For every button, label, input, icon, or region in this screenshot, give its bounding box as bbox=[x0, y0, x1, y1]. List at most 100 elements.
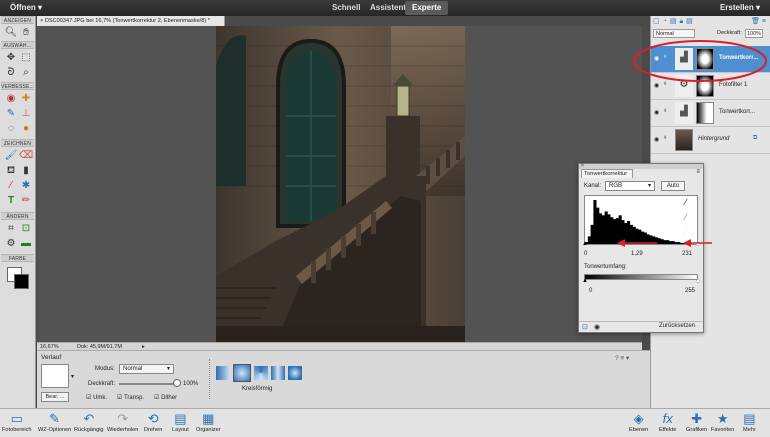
panel-menu-icon[interactable]: ≡ bbox=[696, 169, 700, 175]
eraser-icon[interactable]: ⌫ bbox=[19, 150, 33, 162]
close-icon[interactable]: × bbox=[40, 18, 43, 24]
recompose-icon[interactable]: ⊡ bbox=[19, 223, 33, 235]
edit-gradient-button[interactable]: Bear. ... bbox=[41, 392, 69, 402]
lock-icon[interactable]: ⧉ bbox=[753, 135, 757, 142]
crop-icon[interactable]: ⌗ bbox=[4, 223, 18, 235]
button-label: Wiederholen bbox=[107, 427, 139, 433]
photo-bin-button[interactable]: ▭ Fotobereich bbox=[2, 411, 32, 433]
sponge-icon[interactable]: ● bbox=[19, 123, 33, 135]
redo-button[interactable]: ↷ Wiederholen bbox=[107, 411, 138, 433]
radial-gradient-button[interactable] bbox=[233, 364, 251, 382]
marquee-icon[interactable]: ⬚ bbox=[19, 52, 33, 64]
pencil-icon[interactable]: ✏︎ bbox=[19, 195, 33, 207]
more-button[interactable]: ▤ Mehr bbox=[743, 411, 756, 433]
black-point-slider[interactable]: ▲ bbox=[582, 241, 588, 247]
button-label: Organizer bbox=[196, 427, 221, 433]
layer-toolbar-icons[interactable]: ▢◔▤🔒︎▤ bbox=[653, 17, 696, 26]
output-black-value[interactable]: 0 bbox=[589, 288, 592, 294]
favorites-button[interactable]: ★ Favoriten bbox=[711, 411, 734, 433]
checkbox-dither[interactable]: ☑ Dither bbox=[154, 394, 177, 401]
layer-name: Hintergrund bbox=[698, 136, 730, 142]
hand-icon[interactable]: ✋︎ bbox=[19, 27, 33, 39]
document-tab[interactable]: × DSC00347.JPG bei 16,7% (Tonwertkorrekt… bbox=[37, 16, 225, 26]
levels-tab[interactable]: Tonwertkorrektur bbox=[581, 169, 633, 178]
mode-select[interactable]: Normal ▾ bbox=[119, 364, 174, 374]
straighten-icon[interactable]: ▬ bbox=[19, 238, 33, 250]
eye-icon[interactable]: ◉ bbox=[594, 323, 600, 331]
diamond-gradient-button[interactable] bbox=[288, 366, 302, 380]
content-move-icon[interactable]: ⚙︎ bbox=[4, 238, 18, 250]
layout-button[interactable]: ▤ Layout bbox=[172, 411, 189, 433]
gradient-icon[interactable]: ▮ bbox=[19, 165, 33, 177]
opacity-slider-track[interactable] bbox=[119, 383, 177, 385]
blend-mode-value: Normal bbox=[656, 31, 674, 37]
input-white-value[interactable]: 231 bbox=[682, 251, 692, 257]
input-gamma-value[interactable]: 1,29 bbox=[631, 251, 643, 257]
blur-icon[interactable]: ◌ bbox=[4, 123, 18, 135]
link-icon[interactable]: ⁸ bbox=[664, 109, 667, 115]
create-menu[interactable]: Erstellen ▾ bbox=[720, 3, 760, 12]
foreground-color-swatch[interactable] bbox=[14, 274, 29, 289]
checkbox-transparency[interactable]: ☑ Transp. bbox=[117, 394, 144, 401]
black-eyedropper-icon[interactable]: ⁄ bbox=[685, 197, 687, 207]
reflected-gradient-button[interactable] bbox=[271, 366, 285, 380]
gradient-preview[interactable] bbox=[41, 364, 69, 388]
open-menu[interactable]: Öffnen ▾ bbox=[10, 3, 42, 12]
gray-eyedropper-icon[interactable]: ⁄ bbox=[685, 212, 687, 222]
layer-mask-thumbnail[interactable] bbox=[696, 102, 714, 124]
red-eye-icon[interactable]: ◉ bbox=[4, 93, 18, 105]
clip-to-layer-icon[interactable]: ⊡ bbox=[582, 323, 588, 331]
shape-icon[interactable]: ✱ bbox=[19, 180, 33, 192]
text-icon[interactable]: T bbox=[4, 195, 18, 207]
clone-stamp-icon[interactable]: ⊥ bbox=[19, 108, 33, 120]
spot-heal-icon[interactable]: ✚ bbox=[19, 93, 33, 105]
eye-icon[interactable]: ◉ bbox=[654, 109, 659, 116]
graphics-button[interactable]: ✚ Grafiken bbox=[686, 411, 707, 433]
organizer-button[interactable]: ▦ Organizer bbox=[196, 411, 221, 433]
auto-button[interactable]: Auto bbox=[661, 181, 685, 191]
opacity-slider-knob[interactable] bbox=[173, 379, 181, 387]
layers-button[interactable]: ◈ Ebenen bbox=[629, 411, 648, 433]
linear-gradient-button[interactable] bbox=[216, 366, 230, 380]
smart-brush-icon[interactable]: ✎ bbox=[4, 108, 18, 120]
photo-canvas[interactable] bbox=[216, 26, 465, 342]
link-icon[interactable]: ⁸ bbox=[664, 136, 667, 142]
tool-options-button[interactable]: ✎ WZ-Optionen bbox=[38, 411, 71, 433]
paint-bucket-icon[interactable]: ⛾ bbox=[4, 165, 18, 177]
chevron-down-icon: ▾ bbox=[647, 183, 651, 189]
mode-quick[interactable]: Schnell bbox=[325, 1, 367, 15]
reset-button[interactable]: Zurücksetzen bbox=[659, 323, 695, 329]
magic-select-icon[interactable]: ⌕ bbox=[19, 67, 33, 79]
input-black-value[interactable]: 0 bbox=[584, 251, 587, 257]
channel-select[interactable]: RGB ▾ bbox=[605, 181, 655, 191]
output-black-slider[interactable]: ▲ bbox=[582, 278, 588, 284]
button-label: WZ-Optionen bbox=[38, 427, 72, 433]
output-white-value[interactable]: 255 bbox=[685, 288, 695, 294]
rotate-button[interactable]: ⟲ Drehen bbox=[144, 411, 162, 433]
layer-row[interactable]: ◉ ⁸ Hintergrund ⧉ bbox=[651, 127, 770, 154]
undo-button[interactable]: ↶ Rückgängig bbox=[74, 411, 104, 433]
checkbox-reverse[interactable]: ☑ Umk. bbox=[86, 394, 107, 401]
brush-icon[interactable]: 🖌︎ bbox=[4, 150, 18, 162]
move-icon[interactable]: ✥ bbox=[4, 52, 18, 64]
trash-icon[interactable]: 🗑︎ ≡ bbox=[751, 17, 766, 25]
blend-mode-select[interactable]: Normal bbox=[653, 29, 695, 38]
angle-gradient-button[interactable] bbox=[254, 366, 268, 380]
effects-button[interactable]: fx Effekte bbox=[659, 411, 676, 433]
layer-row[interactable]: ◉ ⁸ ▟ Tonwertkorr... bbox=[651, 100, 770, 127]
chevron-down-icon: ▾ bbox=[38, 3, 43, 12]
output-white-slider[interactable]: ▲ bbox=[695, 278, 701, 284]
bottom-taskbar: ▭ Fotobereich ✎ WZ-Optionen ↶ Rückgängig ↷ W… bbox=[0, 408, 770, 437]
rotate-icon: ⟲ bbox=[147, 411, 159, 426]
lasso-icon[interactable]: ᘐ bbox=[4, 67, 18, 79]
zoom-icon[interactable]: 🔍︎ bbox=[4, 27, 18, 39]
help-icon[interactable]: ? ≡ ▾ bbox=[615, 354, 629, 362]
eyedropper-icon[interactable]: ⁄ bbox=[4, 180, 18, 192]
chevron-down-icon[interactable]: ▾ bbox=[71, 373, 74, 380]
more-icon: ▤ bbox=[743, 411, 756, 426]
eye-icon[interactable]: ◉ bbox=[654, 136, 659, 143]
mode-expert[interactable]: Experte bbox=[405, 1, 449, 15]
histogram-bar bbox=[587, 236, 591, 244]
output-levels-label: Tonwertumfang: bbox=[584, 264, 627, 270]
layer-opacity-value[interactable]: 100% bbox=[745, 29, 763, 38]
